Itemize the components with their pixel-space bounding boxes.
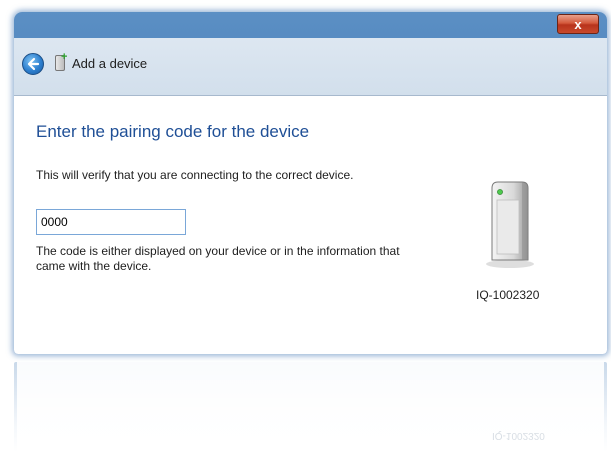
hint-text: The code is either displayed on your dev… <box>36 244 400 273</box>
verify-text: This will verify that you are connecting… <box>36 168 354 182</box>
close-icon: x <box>574 16 582 32</box>
device-label: IQ-1002320 <box>476 288 540 302</box>
window-reflection: IQ-1002320 <box>14 362 607 452</box>
add-device-window: x + Add a device Enter the pairing code … <box>14 12 607 354</box>
content-area: Enter the pairing code for the device Th… <box>14 96 607 354</box>
reflection-label: IQ-1002320 <box>492 430 545 441</box>
pairing-code-input[interactable] <box>36 209 186 235</box>
back-button[interactable] <box>22 53 44 75</box>
heading: Enter the pairing code for the device <box>36 122 310 141</box>
page-title: Add a device <box>72 56 148 71</box>
device-tower-icon <box>486 181 534 268</box>
header-bar: + Add a device <box>14 38 607 96</box>
plus-icon: + <box>61 51 68 63</box>
back-arrow-icon <box>27 57 40 71</box>
close-button[interactable]: x <box>557 14 599 34</box>
